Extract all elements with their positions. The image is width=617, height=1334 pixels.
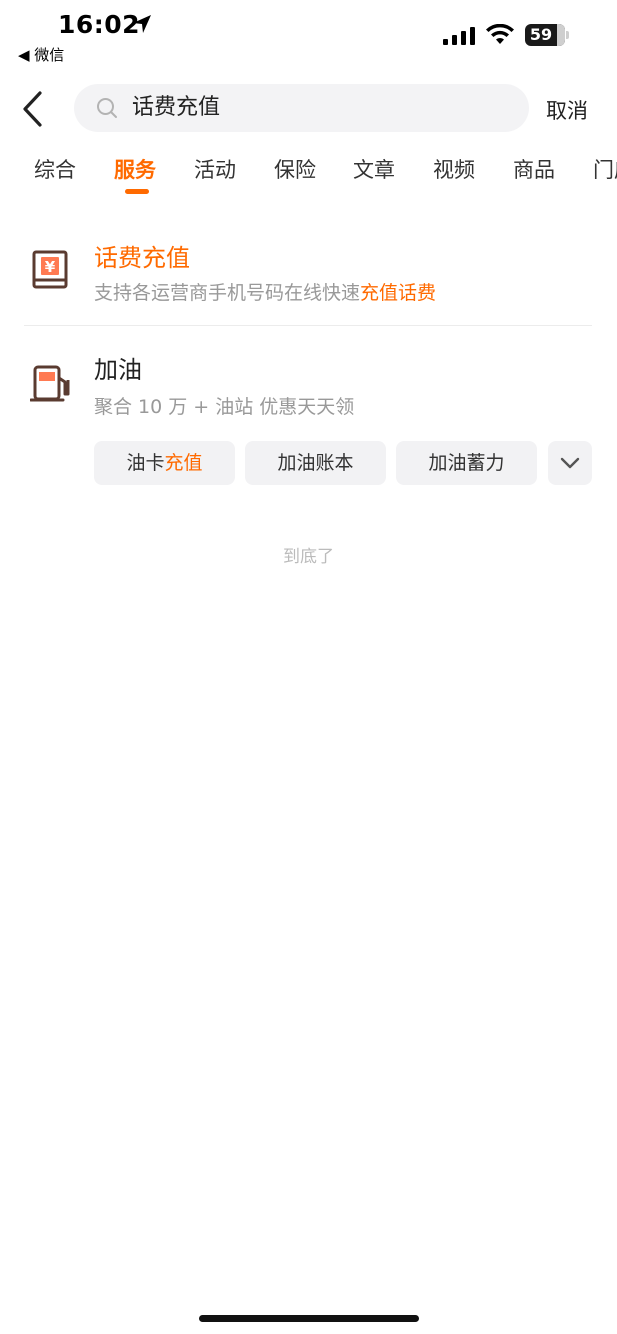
home-indicator[interactable]	[199, 1315, 419, 1322]
battery-percent: 59	[529, 25, 553, 44]
svg-text:¥: ¥	[45, 258, 56, 276]
cellular-signal-icon	[443, 27, 475, 45]
fuel-pump-icon	[30, 365, 70, 402]
status-time: 16:02	[58, 10, 141, 39]
result-title-refuel[interactable]: 加油	[94, 350, 142, 385]
tab-services[interactable]: 服务	[114, 154, 156, 184]
wifi-icon	[486, 24, 514, 44]
tab-comprehensive[interactable]: 综合	[34, 154, 76, 184]
result-desc-phone-recharge: 支持各运营商手机号码在线快速充值话费	[94, 282, 437, 304]
tab-articles[interactable]: 文章	[353, 154, 395, 184]
search-icon	[97, 98, 117, 118]
location-arrow-icon	[133, 15, 151, 33]
tab-videos[interactable]: 视频	[433, 154, 475, 184]
result-title-phone-recharge[interactable]: 话费充值	[94, 238, 190, 273]
search-input[interactable]: 话费充值	[74, 84, 529, 132]
search-query-text[interactable]: 话费充值	[132, 94, 220, 122]
chip-fuel-boost[interactable]: 加油蓄力	[396, 441, 537, 485]
battery-icon: 59	[525, 24, 569, 46]
tab-insurance[interactable]: 保险	[274, 154, 316, 184]
tab-products[interactable]: 商品	[513, 154, 555, 184]
divider	[24, 325, 592, 326]
yuan-book-icon: ¥	[32, 250, 68, 289]
more-chips-button[interactable]	[548, 441, 592, 485]
chip-oil-card-recharge[interactable]: 油卡充值	[94, 441, 235, 485]
result-desc-refuel: 聚合 10 万 + 油站 优惠天天领	[94, 396, 355, 418]
active-tab-indicator	[125, 189, 149, 194]
category-tabs: 综合 服务 活动 保险 文章 视频 商品 门店	[0, 150, 617, 196]
end-of-list-text: 到底了	[283, 547, 334, 567]
tab-stores[interactable]: 门店	[593, 154, 617, 184]
chevron-down-icon	[560, 457, 580, 469]
chip-fuel-ledger[interactable]: 加油账本	[245, 441, 386, 485]
back-arrow-icon[interactable]	[20, 90, 50, 128]
tab-activities[interactable]: 活动	[194, 154, 236, 184]
cancel-button[interactable]: 取消	[546, 95, 588, 125]
back-to-wechat-link[interactable]: ◀ 微信	[18, 44, 64, 65]
